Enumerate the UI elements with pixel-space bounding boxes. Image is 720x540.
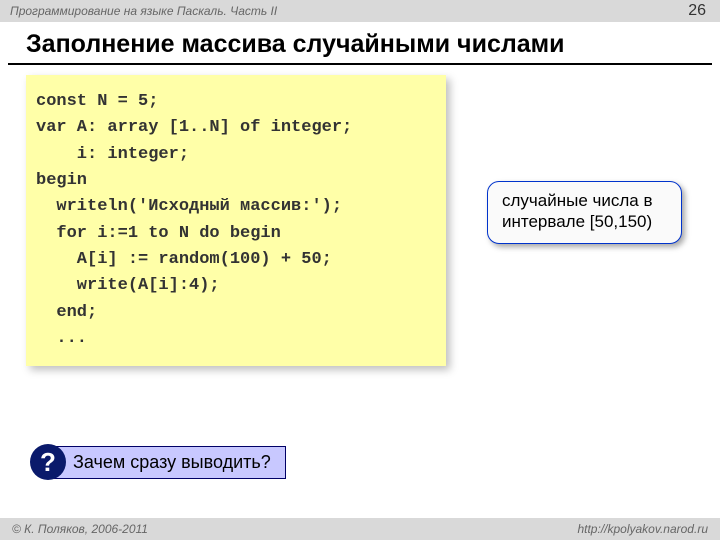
footer-url: http://kpolyakov.narod.ru <box>577 522 708 536</box>
header-bar: Программирование на языке Паскаль. Часть… <box>0 0 720 22</box>
question-mark-icon: ? <box>30 444 66 480</box>
code-line: writeln('Исходный массив:'); <box>36 194 424 220</box>
footer-bar: © К. Поляков, 2006-2011 http://kpolyakov… <box>0 518 720 540</box>
code-block: const N = 5; var A: array [1..N] of inte… <box>26 75 446 366</box>
code-line: i: integer; <box>36 142 424 168</box>
callout-line: случайные числа в <box>502 190 667 211</box>
code-line: begin <box>36 168 424 194</box>
callout-note: случайные числа в интервале [50,150) <box>487 181 682 244</box>
question-prompt: ? Зачем сразу выводить? <box>22 444 286 480</box>
callout-line: интервале [50,150) <box>502 211 667 232</box>
page-number: 26 <box>688 2 706 20</box>
code-line: end; <box>36 300 424 326</box>
code-line: const N = 5; <box>36 89 424 115</box>
code-line: ... <box>36 326 424 352</box>
code-line: for i:=1 to N do begin <box>36 221 424 247</box>
code-line: var A: array [1..N] of integer; <box>36 115 424 141</box>
slide-title: Заполнение массива случайными числами <box>8 22 712 65</box>
code-line: A[i] := random(100) + 50; <box>36 247 424 273</box>
copyright-label: © К. Поляков, 2006-2011 <box>12 522 148 536</box>
course-label: Программирование на языке Паскаль. Часть… <box>10 4 277 18</box>
question-text: Зачем сразу выводить? <box>48 446 286 479</box>
code-line: write(A[i]:4); <box>36 273 424 299</box>
